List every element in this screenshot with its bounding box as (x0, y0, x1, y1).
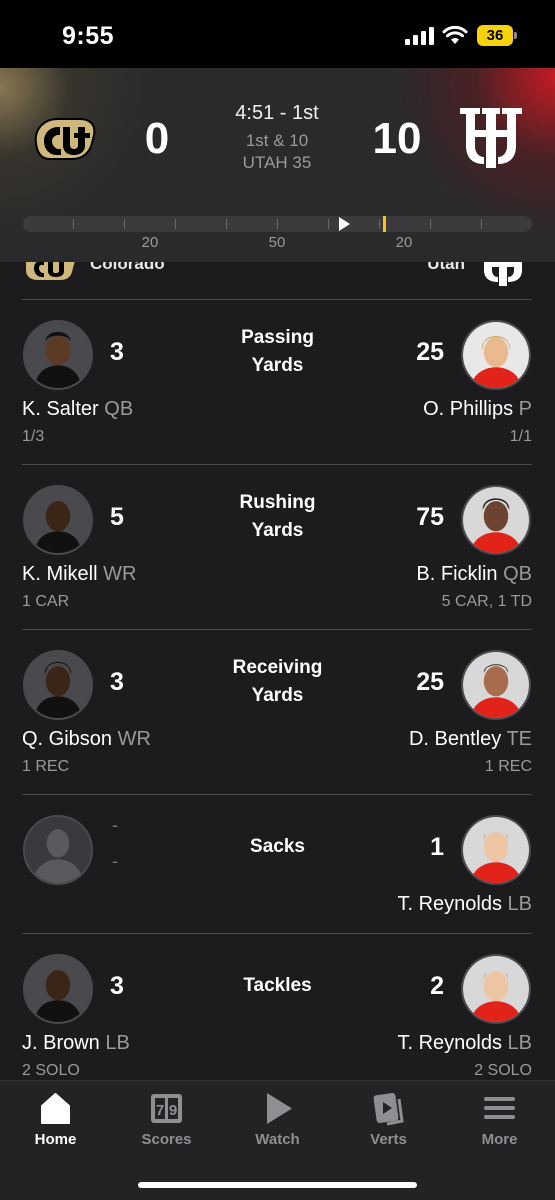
tab-home[interactable]: Home (0, 1091, 111, 1151)
category-label-passing: Passing (241, 327, 314, 348)
team-header-row: Colorado Utah (0, 262, 555, 286)
ball-position: UTAH 35 (242, 153, 312, 172)
player-name-left[interactable]: K. Mikell WR (22, 563, 136, 586)
tab-watch-label: Watch (255, 1131, 300, 1148)
player-placeholder-icon (23, 815, 93, 885)
player-detail-left: 1 REC (22, 758, 70, 775)
player-name-right[interactable]: O. Phillips P (423, 398, 532, 421)
home-icon (41, 1093, 70, 1124)
utah-small-logo-icon (484, 262, 522, 286)
yard-label-left: 20 (141, 234, 159, 251)
home-team-name: Colorado (90, 262, 165, 273)
scores-icon: 7 9 (151, 1094, 182, 1123)
player-headshot-reynolds (461, 815, 531, 885)
tab-verts-label: Verts (370, 1131, 407, 1148)
receiving-left-value: 3 (110, 668, 124, 696)
player-headshot-mikell (23, 485, 93, 555)
player-headshot-brown (23, 954, 93, 1024)
yard-label-right: 20 (395, 234, 413, 251)
colorado-small-logo-icon (26, 262, 75, 280)
player-name-left[interactable]: J. Brown LB (22, 1032, 130, 1055)
player-name-left[interactable]: K. Salter QB (22, 398, 133, 421)
wifi-icon (442, 25, 468, 44)
ball-marker-icon (339, 217, 350, 231)
sacks-leaders[interactable]: - - Sacks 1 T. Reynolds LB (0, 795, 555, 933)
svg-text:9: 9 (169, 1102, 177, 1119)
player-headshot-bentley (461, 650, 531, 720)
battery-icon: 36 (477, 25, 517, 46)
player-name-right[interactable]: D. Bentley TE (409, 728, 532, 751)
player-name-right[interactable]: B. Ficklin QB (416, 563, 532, 586)
sacks-left-value: - (112, 815, 118, 835)
tab-more-label: More (481, 1131, 518, 1148)
player-headshot-salter (23, 320, 93, 390)
game-leaders-list[interactable]: Colorado Utah 3 Passing Yards 25 K. Salt… (0, 262, 555, 1080)
tackles-right-value: 2 (430, 972, 444, 1000)
more-icon (484, 1097, 515, 1119)
player-name-right[interactable]: T. Reynolds LB (397, 893, 532, 916)
player-detail-right: 1 REC (484, 758, 532, 775)
tackles-leaders[interactable]: 3 Tackles 2 J. Brown LB T. Reynolds LB 2… (0, 934, 555, 1080)
yard-label-mid: 50 (268, 234, 286, 251)
status-time: 9:55 (62, 22, 115, 50)
tackles-left-value: 3 (110, 972, 124, 1000)
player-detail-right: 2 SOLO (474, 1062, 532, 1079)
receiving-yards-leaders[interactable]: 3 Receiving Yards 25 Q. Gibson WR D. Ben… (0, 630, 555, 794)
category-label-rushing: Rushing (239, 492, 316, 513)
passing-right-value: 25 (416, 338, 444, 366)
player-detail-right: 5 CAR, 1 TD (441, 593, 532, 610)
player-name-left[interactable]: Q. Gibson WR (22, 728, 151, 751)
rushing-right-value: 75 (416, 503, 444, 531)
battery-level: 36 (477, 25, 513, 46)
player-detail-right: 1/1 (509, 428, 532, 445)
svg-text:7: 7 (156, 1102, 164, 1119)
category-label-receiving-sub: Yards (251, 685, 304, 706)
receiving-right-value: 25 (416, 668, 444, 696)
field-position-bar (23, 216, 532, 232)
watch-icon (267, 1093, 292, 1124)
player-headshot-gibson (23, 650, 93, 720)
verts-icon (373, 1092, 404, 1126)
passing-left-value: 3 (110, 338, 124, 366)
sacks-right-value: 1 (430, 833, 444, 861)
player-headshot-reynolds (461, 954, 531, 1024)
home-indicator (138, 1182, 417, 1188)
category-label-passing-sub: Yards (251, 355, 304, 376)
first-down-line (383, 216, 386, 232)
category-label-sacks: Sacks (250, 836, 305, 857)
player-detail-left: 1 CAR (22, 593, 70, 610)
home-score: 0 (144, 114, 170, 163)
tab-scores[interactable]: 7 9 Scores (111, 1091, 222, 1151)
tab-watch[interactable]: Watch (222, 1091, 333, 1151)
tab-home-label: Home (34, 1131, 77, 1148)
rushing-left-value: 5 (110, 503, 124, 531)
passing-yards-leaders[interactable]: 3 Passing Yards 25 K. Salter QB O. Phill… (0, 300, 555, 464)
game-score-header[interactable]: 0 4:51 - 1st 1st & 10 UTAH 35 10 20 50 2… (0, 68, 555, 262)
category-label-tackles: Tackles (243, 975, 312, 996)
player-headshot-ficklin (461, 485, 531, 555)
status-bar: 9:55 36 (0, 0, 555, 68)
rushing-yards-leaders[interactable]: 5 Rushing Yards 75 K. Mikell WR B. Fickl… (0, 465, 555, 629)
away-score: 10 (372, 114, 422, 163)
category-label-receiving: Receiving (232, 657, 323, 678)
game-clock: 4:51 - 1st (235, 102, 319, 124)
utah-logo-icon (460, 108, 522, 168)
category-label-rushing-sub: Yards (251, 520, 304, 541)
player-detail-left: 2 SOLO (22, 1062, 80, 1079)
away-team-name: Utah (427, 262, 465, 273)
down-and-distance: 1st & 10 (245, 131, 309, 150)
colorado-logo-icon (34, 118, 96, 160)
tab-verts[interactable]: Verts (333, 1091, 444, 1151)
sacks-left-value-2: - (112, 851, 118, 871)
player-detail-left: 1/3 (22, 428, 45, 445)
tab-scores-label: Scores (141, 1131, 192, 1148)
cellular-signal-icon (405, 27, 434, 45)
tab-more[interactable]: More (444, 1091, 555, 1151)
player-headshot-phillips (461, 320, 531, 390)
player-name-right[interactable]: T. Reynolds LB (397, 1032, 532, 1055)
